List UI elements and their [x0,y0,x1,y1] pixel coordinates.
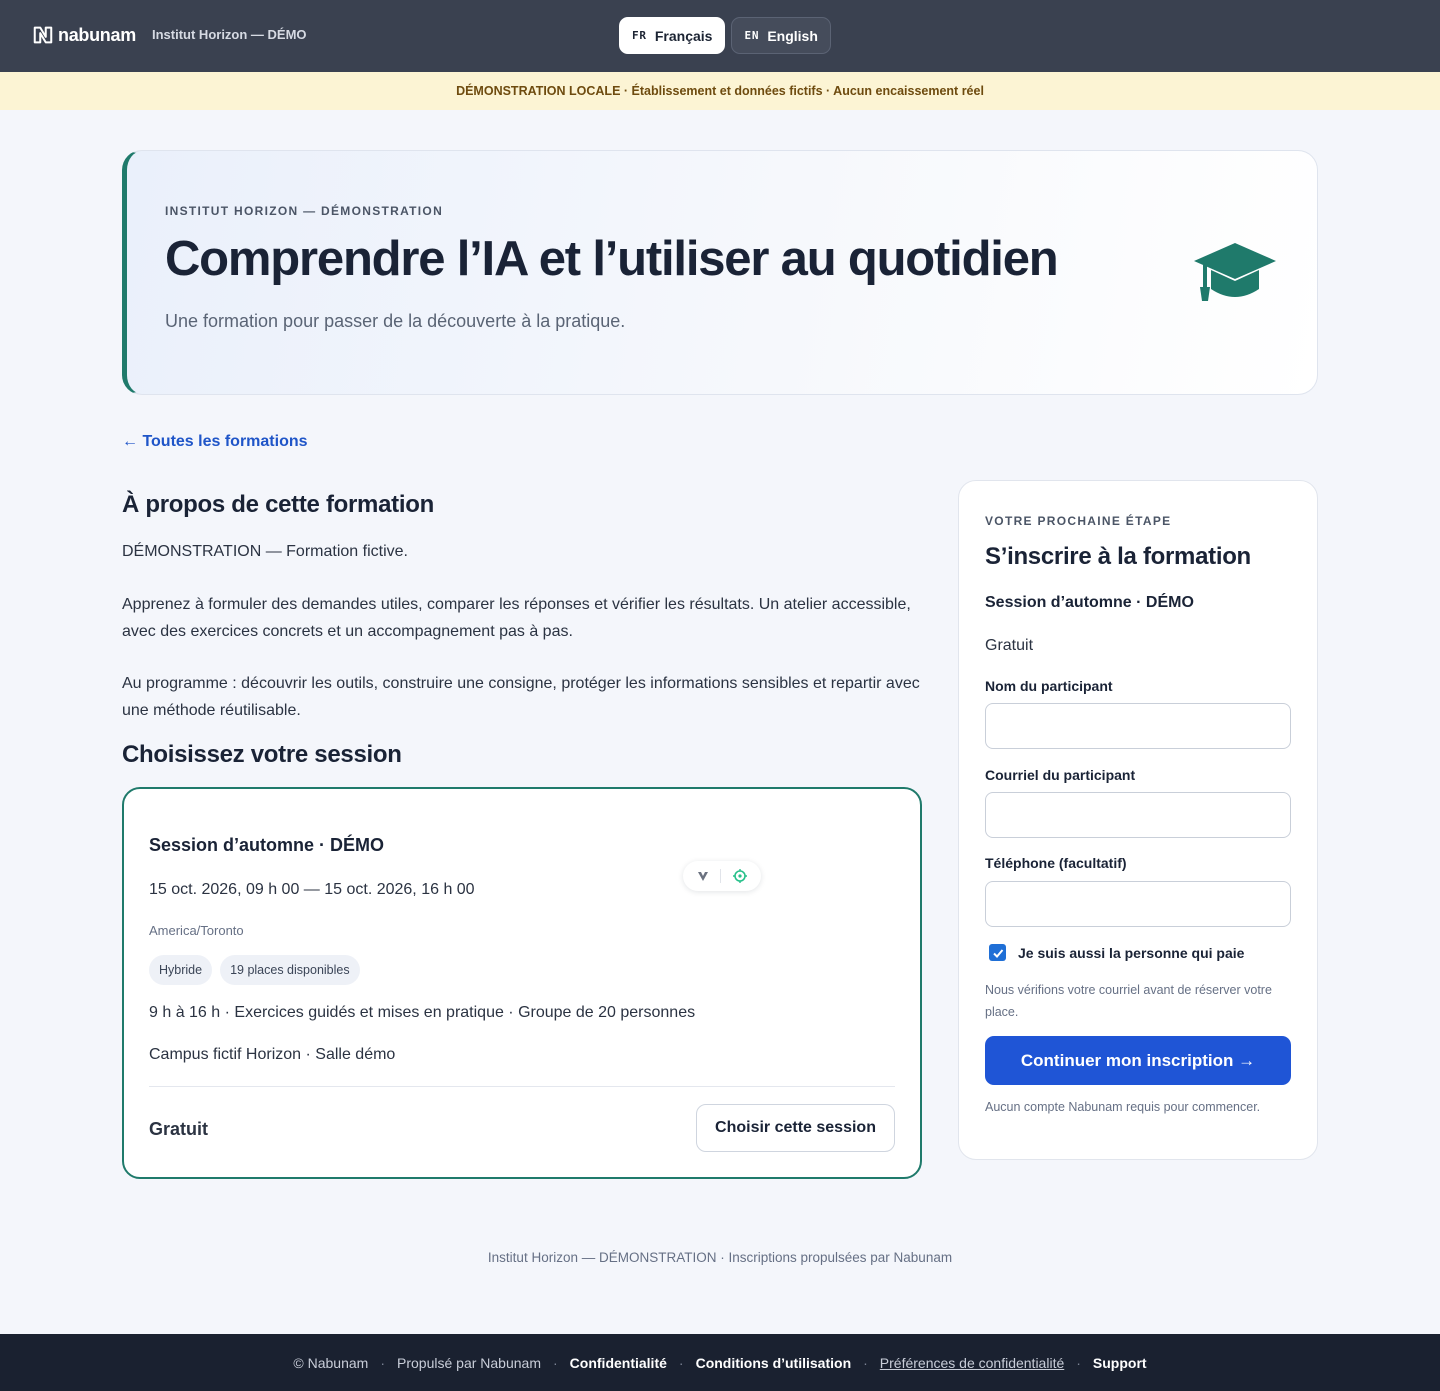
brand-logo[interactable]: nabunam [32,24,136,46]
site-footer: © Nabunam · Propulsé par Nabunam · Confi… [0,1334,1440,1391]
divider [149,1086,895,1087]
participant-email-label: Courriel du participant [985,767,1136,783]
hero-card: INSTITUT HORIZON — DÉMONSTRATION Compren… [122,150,1318,395]
lang-code: EN [744,29,760,42]
browser-extension-widget[interactable] [683,861,761,891]
language-switcher: FR Français EN English [619,17,831,54]
session-timezone: America/Toronto [149,923,244,938]
participant-email-input[interactable] [985,792,1291,838]
back-to-courses-link[interactable]: ← Toutes les formations [122,433,308,451]
lang-label: Français [654,27,713,44]
lang-code: FR [632,29,647,42]
form-title: S’inscrire à la formation [985,543,1251,570]
page-title: Comprendre l’IA et l’utiliser au quotidi… [165,232,1059,286]
page-credit: Institut Horizon — DÉMONSTRATION · Inscr… [487,1250,953,1265]
session-name: Session d’automne · DÉMO [149,835,385,855]
lang-button-en[interactable]: EN English [731,17,831,54]
target-icon [732,869,747,883]
support-link[interactable]: Support [1093,1355,1147,1371]
hero-eyebrow: INSTITUT HORIZON — DÉMONSTRATION [165,204,444,218]
seats-badge: 19 places disponibles [220,955,360,985]
session-card[interactable]: Session d’automne · DÉMO 15 oct. 2026, 0… [122,787,922,1179]
org-name: Institut Horizon — DÉMO [152,27,307,42]
lang-button-fr[interactable]: FR Français [619,17,726,54]
checkmark-icon [992,948,1003,958]
session-location: Campus fictif Horizon · Salle démo [149,1046,396,1063]
demo-banner: DÉMONSTRATION LOCALE · Établissement et … [0,72,1440,110]
privacy-preferences-link[interactable]: Préférences de confidentialité [880,1355,1064,1371]
choose-session-button[interactable]: Choisir cette session [696,1104,895,1152]
payer-checkbox[interactable] [989,944,1006,961]
selected-price: Gratuit [985,637,1034,654]
format-badge: Hybride [149,955,213,985]
chevron-down-icon [698,872,709,881]
phone-label: Téléphone (facultatif) [985,855,1127,871]
session-section-title: Choisissez votre session [122,741,402,768]
about-paragraph: Apprenez à formuler des demandes utiles,… [122,596,911,640]
participant-name-input[interactable] [985,703,1291,749]
graduation-cap-icon [1194,243,1276,301]
top-bar: nabunam Institut Horizon — DÉMO FR Franç… [0,0,1440,72]
nabunam-logo-icon [33,26,53,44]
about-paragraph: DÉMONSTRATION — Formation fictive. [122,543,408,560]
lang-label: English [767,27,818,44]
privacy-link[interactable]: Confidentialité [570,1355,667,1371]
separator: · [863,1354,868,1371]
hero-subtitle: Une formation pour passer de la découver… [165,311,626,331]
powered-by: Propulsé par Nabunam [397,1354,541,1371]
separator: · [678,1354,684,1371]
separator: · [553,1354,558,1371]
session-price: Gratuit [149,1119,209,1139]
about-title: À propos de cette formation [122,491,434,518]
copyright: © Nabunam [293,1354,369,1371]
session-chips: Hybride 19 places disponibles [149,955,360,985]
form-eyebrow: VOTRE PROCHAINE ÉTAPE [985,514,1172,528]
continue-registration-button[interactable]: Continuer mon inscription → [985,1036,1291,1085]
about-paragraph: Au programme : découvrir les outils, con… [122,675,920,719]
terms-link[interactable]: Conditions d’utilisation [696,1355,852,1371]
selected-session: Session d’automne · DÉMO [985,594,1194,611]
separator: · [380,1354,386,1371]
payer-checkbox-row[interactable]: Je suis aussi la personne qui paie [989,944,1244,961]
registration-form-card: VOTRE PROCHAINE ÉTAPE S’inscrire à la fo… [958,480,1318,1160]
separator: · [1076,1354,1081,1371]
email-verification-note: Nous vérifions votre courriel avant de r… [985,983,1272,1019]
payer-checkbox-label: Je suis aussi la personne qui paie [1018,944,1245,961]
brand-name: nabunam [58,24,136,45]
participant-name-label: Nom du participant [985,678,1113,694]
no-account-note: Aucun compte Nabunam requis pour commenc… [985,1100,1261,1114]
session-details: 9 h à 16 h · Exercices guidés et mises e… [149,1004,696,1021]
phone-input[interactable] [985,881,1291,927]
session-dates: 15 oct. 2026, 09 h 00 — 15 oct. 2026, 16… [149,881,475,898]
